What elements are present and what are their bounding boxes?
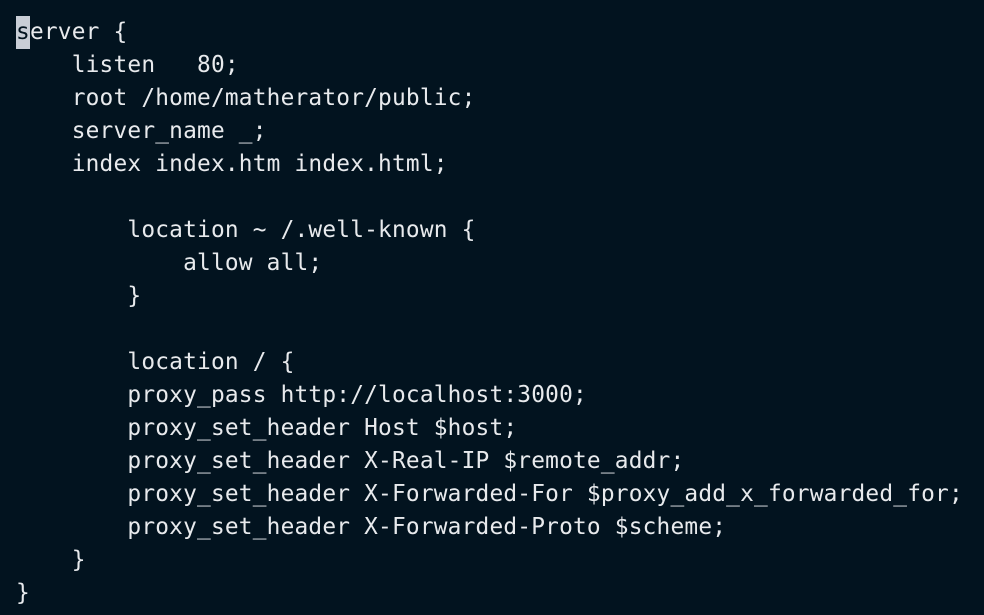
code-line: proxy_set_header X-Forwarded-Proto $sche… [16, 514, 727, 540]
code-line: allow all; [16, 250, 323, 276]
code-line: } [16, 283, 142, 309]
code-line: proxy_set_header X-Real-IP $remote_addr; [16, 448, 685, 474]
code-line: } [16, 547, 86, 573]
terminal-window[interactable]: server { listen 80; root /home/matherato… [0, 0, 984, 615]
code-line: location ~ /.well-known { [16, 217, 476, 243]
code-line: server { [16, 16, 984, 49]
code-line: index index.htm index.html; [16, 151, 448, 177]
code-editor[interactable]: server { listen 80; root /home/matherato… [16, 16, 984, 610]
code-line: proxy_set_header Host $host; [16, 415, 518, 441]
code-line: server_name _; [16, 118, 267, 144]
code-line: location / { [16, 349, 295, 375]
code-line: proxy_pass http://localhost:3000; [16, 382, 587, 408]
code-line-text: erver { [29, 19, 128, 45]
code-line: listen 80; [16, 52, 239, 78]
code-line: root /home/matherator/public; [16, 85, 476, 111]
code-line: } [16, 580, 30, 606]
code-line: proxy_set_header X-Forwarded-For $proxy_… [16, 481, 963, 507]
text-cursor: s [16, 16, 30, 49]
